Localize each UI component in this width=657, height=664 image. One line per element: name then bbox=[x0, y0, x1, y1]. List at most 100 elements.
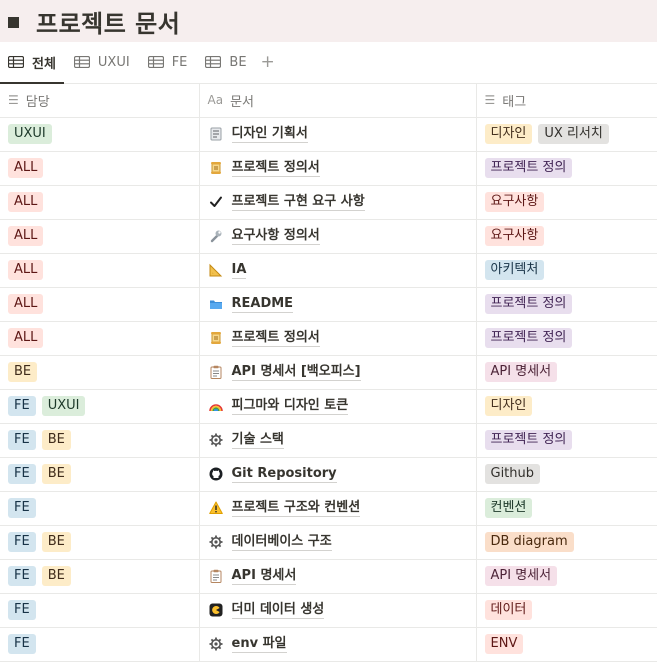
owner-tag: FE bbox=[8, 532, 36, 552]
table-row[interactable]: ALL 프로젝트 정의서 프로젝트 정의 bbox=[0, 151, 657, 186]
table-icon bbox=[205, 56, 222, 68]
doc-cell[interactable]: env 파일 bbox=[199, 627, 477, 662]
owner-cell[interactable]: FE bbox=[0, 491, 200, 526]
owner-cell[interactable]: ALL bbox=[0, 185, 200, 220]
owner-tag: FE bbox=[8, 600, 36, 620]
doc-title-link[interactable]: 데이터베이스 구조 bbox=[231, 534, 332, 551]
list-icon: ☰ bbox=[8, 93, 19, 108]
doc-cell[interactable]: 피그마와 디자인 토큰 bbox=[199, 389, 477, 424]
doc-title-link[interactable]: 디자인 기획서 bbox=[231, 126, 308, 143]
doc-cell[interactable]: 데이터베이스 구조 bbox=[199, 525, 477, 560]
table-row[interactable]: ALL IA 아키텍처 bbox=[0, 253, 657, 288]
doc-title-link[interactable]: IA bbox=[231, 262, 247, 279]
doc-title-link[interactable]: 피그마와 디자인 토큰 bbox=[231, 398, 349, 415]
doc-title-link[interactable]: env 파일 bbox=[231, 636, 287, 653]
add-view-button[interactable]: + bbox=[261, 41, 275, 83]
doc-title-link[interactable]: 프로젝트 정의서 bbox=[231, 330, 320, 347]
doc-cell[interactable]: API 명세서 bbox=[199, 559, 477, 594]
table-row[interactable]: FE env 파일 ENV bbox=[0, 627, 657, 662]
tags-cell[interactable]: Github bbox=[476, 457, 657, 492]
tags-cell[interactable]: 데이터 bbox=[476, 593, 657, 628]
table-row[interactable]: UXUI 디자인 기획서 디자인 UX 리서치 bbox=[0, 117, 657, 152]
table-row[interactable]: ALL 프로젝트 구현 요구 사항 요구사항 bbox=[0, 185, 657, 220]
owner-cell[interactable]: ALL bbox=[0, 253, 200, 288]
tab-all[interactable]: 전체 bbox=[0, 41, 64, 84]
doc-title-link[interactable]: 더미 데이터 생성 bbox=[231, 602, 325, 619]
owner-cell[interactable]: FE bbox=[0, 627, 200, 662]
tags-cell[interactable]: API 명세서 bbox=[476, 355, 657, 390]
doc-title-link[interactable]: 기술 스택 bbox=[231, 432, 284, 449]
category-tag: API 명세서 bbox=[484, 566, 558, 586]
doc-cell[interactable]: 프로젝트 정의서 bbox=[199, 321, 477, 356]
tags-cell[interactable]: 요구사항 bbox=[476, 185, 657, 220]
tags-cell[interactable]: 프로젝트 정의 bbox=[476, 287, 657, 322]
table-row[interactable]: FE BE API 명세서 API 명세서 bbox=[0, 559, 657, 594]
tab-fe[interactable]: FE bbox=[147, 41, 188, 83]
owner-tag: BE bbox=[41, 532, 71, 552]
tags-cell[interactable]: 컨벤션 bbox=[476, 491, 657, 526]
column-header-tags[interactable]: ☰ 태그 bbox=[476, 84, 657, 118]
table-row[interactable]: ALL 프로젝트 정의서 프로젝트 정의 bbox=[0, 321, 657, 356]
doc-cell[interactable]: 더미 데이터 생성 bbox=[199, 593, 477, 628]
doc-cell[interactable]: 요구사항 정의서 bbox=[199, 219, 477, 254]
owner-cell[interactable]: FE bbox=[0, 593, 200, 628]
owner-cell[interactable]: FE UXUI bbox=[0, 389, 200, 424]
table-row[interactable]: ALL 요구사항 정의서 요구사항 bbox=[0, 219, 657, 254]
table-row[interactable]: FE BE Git Repository Github bbox=[0, 457, 657, 492]
tags-cell[interactable]: 디자인 bbox=[476, 389, 657, 424]
doc-title-link[interactable]: Git Repository bbox=[231, 466, 337, 483]
doc-cell[interactable]: 프로젝트 구조와 컨벤션 bbox=[199, 491, 477, 526]
table-row[interactable]: FE 프로젝트 구조와 컨벤션 컨벤션 bbox=[0, 491, 657, 526]
table-row[interactable]: FE UXUI 피그마와 디자인 토큰 디자인 bbox=[0, 389, 657, 424]
doc-title-link[interactable]: 프로젝트 구현 요구 사항 bbox=[231, 194, 365, 211]
owner-cell[interactable]: ALL bbox=[0, 321, 200, 356]
owner-cell[interactable]: ALL bbox=[0, 219, 200, 254]
doc-cell[interactable]: 기술 스택 bbox=[199, 423, 477, 458]
tags-cell[interactable]: 프로젝트 정의 bbox=[476, 151, 657, 186]
doc-title-link[interactable]: README bbox=[231, 296, 294, 313]
owner-cell[interactable]: ALL bbox=[0, 151, 200, 186]
doc-cell[interactable]: 프로젝트 구현 요구 사항 bbox=[199, 185, 477, 220]
doc-cell[interactable]: IA bbox=[199, 253, 477, 288]
tab-label: FE bbox=[171, 54, 188, 70]
owner-cell[interactable]: UXUI bbox=[0, 117, 200, 152]
category-tag: 프로젝트 정의 bbox=[484, 328, 573, 348]
tab-be[interactable]: BE bbox=[205, 41, 247, 83]
tags-cell[interactable]: 아키텍처 bbox=[476, 253, 657, 288]
doc-title-link[interactable]: API 명세서 [백오피스] bbox=[231, 364, 361, 381]
owner-cell[interactable]: FE BE bbox=[0, 423, 200, 458]
column-header-doc[interactable]: Aa 문서 bbox=[199, 84, 477, 118]
tags-cell[interactable]: API 명세서 bbox=[476, 559, 657, 594]
column-header-owner[interactable]: ☰ 담당 bbox=[0, 84, 200, 118]
table-row[interactable]: FE BE 기술 스택 프로젝트 정의 bbox=[0, 423, 657, 458]
owner-tag: ALL bbox=[8, 328, 44, 348]
tags-cell[interactable]: ENV bbox=[476, 627, 657, 662]
tags-cell[interactable]: 프로젝트 정의 bbox=[476, 321, 657, 356]
table-row[interactable]: FE BE 데이터베이스 구조 DB diagram bbox=[0, 525, 657, 560]
doc-title-link[interactable]: 프로젝트 구조와 컨벤션 bbox=[231, 500, 361, 517]
owner-cell[interactable]: FE BE bbox=[0, 457, 200, 492]
text-type-icon: Aa bbox=[207, 93, 224, 108]
doc-cell[interactable]: API 명세서 [백오피스] bbox=[199, 355, 477, 390]
doc-cell[interactable]: Git Repository bbox=[199, 457, 477, 492]
category-tag: ENV bbox=[484, 634, 524, 654]
tags-cell[interactable]: 프로젝트 정의 bbox=[476, 423, 657, 458]
table-row[interactable]: FE 더미 데이터 생성 데이터 bbox=[0, 593, 657, 628]
doc-cell[interactable]: 프로젝트 정의서 bbox=[199, 151, 477, 186]
doc-title-link[interactable]: 요구사항 정의서 bbox=[231, 228, 320, 245]
owner-cell[interactable]: FE BE bbox=[0, 525, 200, 560]
doc-title-link[interactable]: 프로젝트 정의서 bbox=[231, 160, 320, 177]
tags-cell[interactable]: DB diagram bbox=[476, 525, 657, 560]
tab-uxui[interactable]: UXUI bbox=[73, 41, 130, 83]
owner-cell[interactable]: BE bbox=[0, 355, 200, 390]
table-row[interactable]: BE API 명세서 [백오피스] API 명세서 bbox=[0, 355, 657, 390]
doc-cell[interactable]: 디자인 기획서 bbox=[199, 117, 477, 152]
owner-cell[interactable]: ALL bbox=[0, 287, 200, 322]
doc-cell[interactable]: README bbox=[199, 287, 477, 322]
tags-cell[interactable]: 요구사항 bbox=[476, 219, 657, 254]
owner-tag: FE bbox=[8, 566, 36, 586]
doc-title-link[interactable]: API 명세서 bbox=[231, 568, 297, 585]
tags-cell[interactable]: 디자인 UX 리서치 bbox=[476, 117, 657, 152]
table-row[interactable]: ALL README 프로젝트 정의 bbox=[0, 287, 657, 322]
owner-cell[interactable]: FE BE bbox=[0, 559, 200, 594]
